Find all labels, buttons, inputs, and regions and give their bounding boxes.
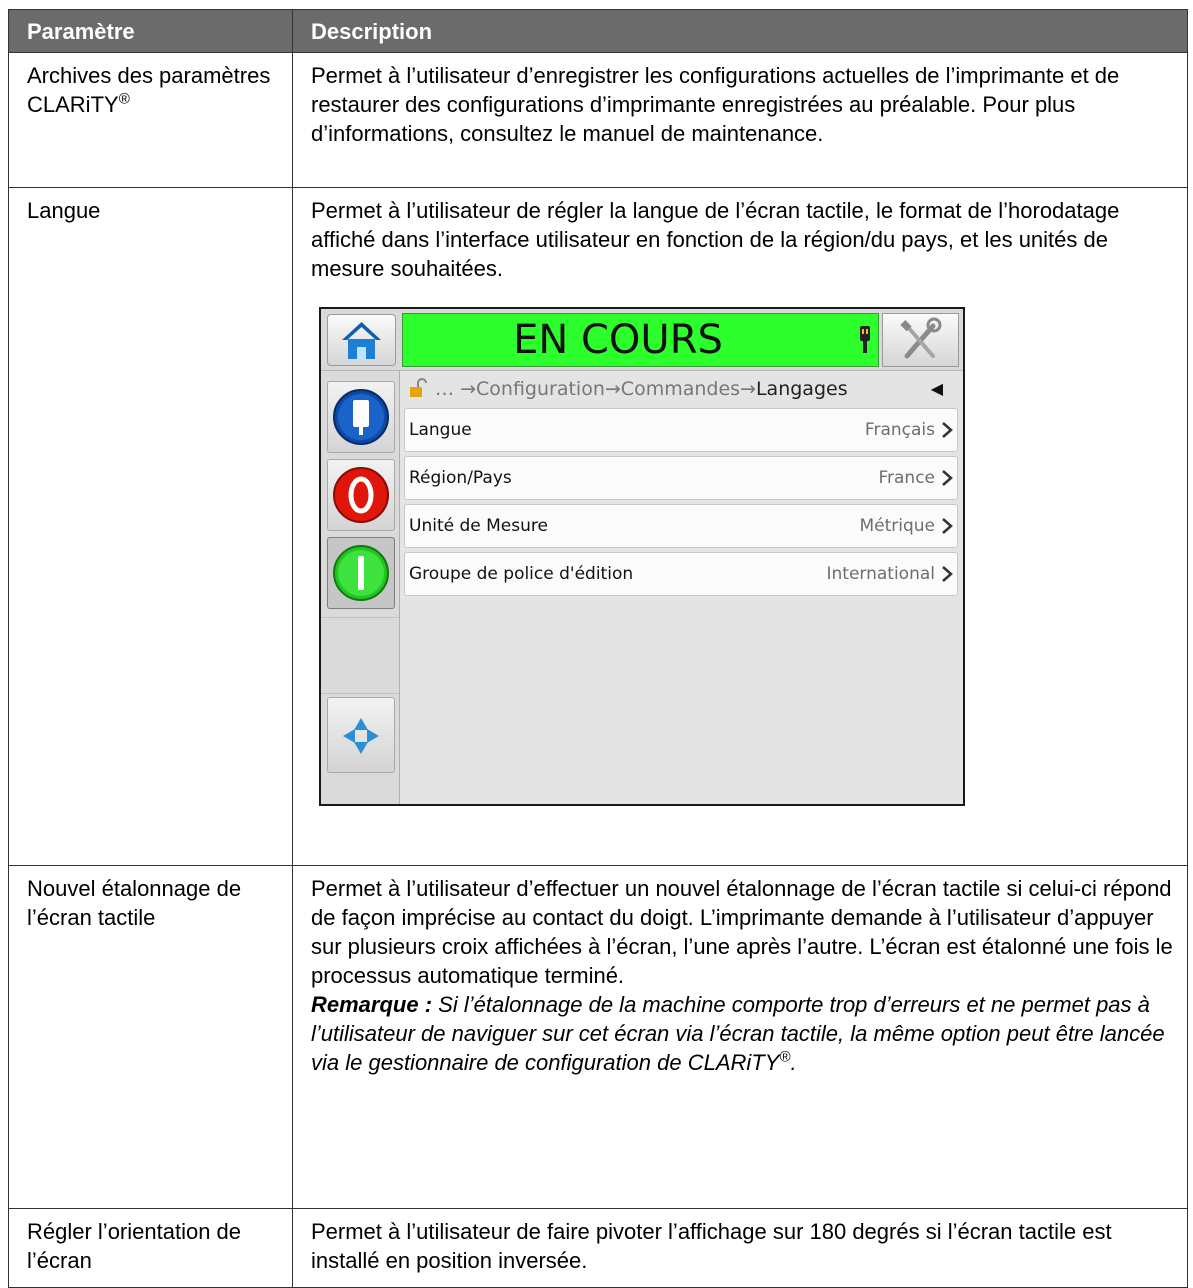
home-icon — [342, 322, 381, 359]
plug-icon — [860, 326, 870, 353]
chevron-right-icon — [942, 470, 953, 486]
setting-label: Unité de Mesure — [409, 516, 548, 536]
description-cell: Permet à l’utilisateur de régler la lang… — [292, 187, 1188, 866]
ink-bottle-icon — [333, 389, 389, 445]
chevron-right-icon — [942, 566, 953, 582]
setting-value: International — [826, 564, 936, 584]
description-text: Permet à l’utilisateur de régler la lang… — [311, 198, 1120, 281]
breadcrumb-prefix: … — [435, 378, 455, 400]
start-icon — [333, 545, 389, 601]
table-header-row: Paramètre Description — [8, 9, 1188, 53]
breadcrumb-arrow: → — [604, 378, 621, 400]
tools-icon — [900, 317, 942, 359]
status-bar: EN COURS — [402, 313, 879, 367]
home-button[interactable] — [327, 314, 396, 366]
setting-row-police[interactable]: Groupe de police d'édition International — [404, 552, 958, 596]
description-cell: Permet à l’utilisateur d’effectuer un no… — [292, 865, 1188, 1209]
breadcrumb-arrow: → — [740, 378, 756, 400]
note-end: . — [790, 1050, 797, 1075]
note: Remarque : Si l’étalonnage de la machine… — [311, 990, 1177, 1077]
param-cell: Archives des paramètres CLARiTY® — [8, 52, 293, 188]
registered-mark: ® — [779, 1048, 791, 1066]
start-button[interactable] — [327, 537, 395, 609]
back-arrow-icon[interactable]: ◀ — [931, 375, 943, 403]
unlocked-padlock-icon — [410, 378, 427, 397]
table-row: Régler l’orientation de l’écran Permet à… — [8, 1208, 1188, 1288]
setting-row-unite[interactable]: Unité de Mesure Métrique — [404, 504, 958, 548]
language-settings-screenshot: EN COURS … →Configuration→Commandes→Lang… — [319, 307, 965, 806]
setting-label: Langue — [409, 420, 472, 440]
breadcrumb: … →Configuration→Commandes→Langages ◀ — [409, 375, 957, 403]
setting-row-langue[interactable]: Langue Français — [404, 408, 958, 452]
description-text: Permet à l’utilisateur d’effectuer un no… — [311, 876, 1173, 988]
note-text: Si l’étalonnage de la machine comporte t… — [311, 992, 1165, 1075]
navigation-arrows-icon — [343, 718, 379, 754]
tools-button[interactable] — [882, 313, 959, 367]
param-name: Archives des paramètres CLARiTY — [27, 63, 271, 117]
description-cell: Permet à l’utilisateur de faire pivoter … — [292, 1208, 1188, 1288]
column-header-parametre: Paramètre — [8, 9, 293, 53]
parameter-table: Paramètre Description Archives des param… — [8, 9, 1188, 1288]
ink-button[interactable] — [327, 381, 395, 453]
column-header-description: Description — [292, 9, 1188, 53]
table-row: Nouvel étalonnage de l’écran tactile Per… — [8, 865, 1188, 1209]
chevron-right-icon — [942, 422, 953, 438]
stop-icon — [333, 467, 389, 523]
table-row: Archives des paramètres CLARiTY® Permet … — [8, 52, 1188, 188]
param-cell: Régler l’orientation de l’écran — [8, 1208, 293, 1288]
param-cell: Langue — [8, 187, 293, 866]
stop-button[interactable] — [327, 459, 395, 531]
sidebar-divider — [321, 617, 399, 618]
navigation-button[interactable] — [327, 697, 395, 773]
setting-label: Groupe de police d'édition — [409, 564, 634, 584]
status-text: EN COURS — [513, 317, 723, 363]
setting-label: Région/Pays — [409, 468, 512, 488]
description-cell: Permet à l’utilisateur d’enregistrer les… — [292, 52, 1188, 188]
registered-mark: ® — [118, 90, 130, 108]
breadcrumb-arrow: → — [460, 378, 477, 400]
breadcrumb-item[interactable]: Configuration — [476, 378, 605, 400]
table-row: Langue Permet à l’utilisateur de régler … — [8, 187, 1188, 866]
setting-value: Français — [864, 420, 935, 440]
top-bar: EN COURS — [321, 309, 963, 371]
setting-value: Métrique — [859, 516, 935, 536]
breadcrumb-item[interactable]: Commandes — [621, 378, 740, 400]
chevron-right-icon — [942, 518, 953, 534]
breadcrumb-current: Langages — [755, 378, 848, 400]
param-cell: Nouvel étalonnage de l’écran tactile — [8, 865, 293, 1209]
sidebar-divider — [321, 693, 399, 694]
setting-value: France — [878, 468, 935, 488]
note-label: Remarque : — [311, 992, 433, 1017]
setting-row-region[interactable]: Région/Pays France — [404, 456, 958, 500]
sidebar — [321, 371, 400, 804]
